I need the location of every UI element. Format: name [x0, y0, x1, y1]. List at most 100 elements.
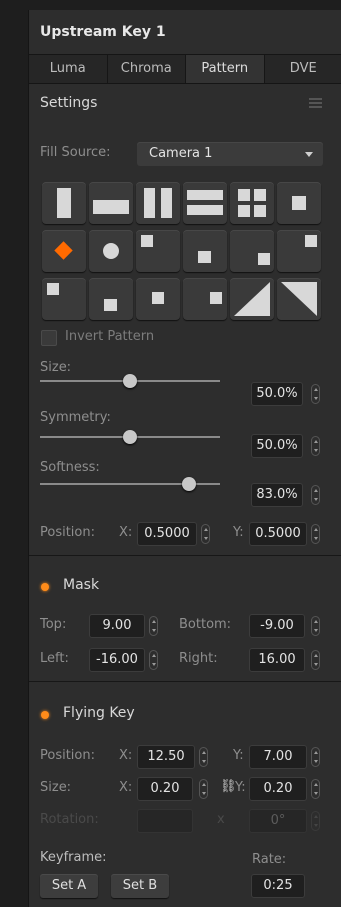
set-b-button[interactable]: Set B	[111, 874, 169, 898]
mask-bottom-stepper[interactable]	[311, 616, 320, 636]
position-y-stepper[interactable]	[311, 524, 320, 544]
fk-position-y-label: Y:	[233, 748, 244, 763]
mask-bottom-field[interactable]: -9.00	[249, 614, 305, 638]
rate-field[interactable]: 0:25	[251, 874, 305, 898]
top-center-box-pattern-icon	[198, 251, 211, 263]
vertical-bar-pattern-icon	[57, 188, 71, 218]
size-slider-knob[interactable]	[123, 374, 137, 388]
symmetry-slider-knob[interactable]	[123, 430, 137, 444]
vertical-barn-door-pattern-button[interactable]	[136, 182, 180, 224]
tab-dve[interactable]: DVE	[265, 55, 341, 83]
bottom-center-box-pattern-icon	[104, 299, 117, 311]
position-x-field[interactable]: 0.5000	[137, 522, 197, 546]
circle-iris-pattern-icon	[103, 243, 119, 259]
fk-size-x-stepper[interactable]	[199, 779, 208, 799]
panel-title: Upstream Key 1	[40, 24, 166, 40]
mask-top-stepper[interactable]	[149, 616, 158, 636]
fk-rotation-label: Rotation:	[40, 812, 99, 827]
flying-key-enabled-indicator[interactable]	[41, 711, 49, 719]
top-right-diagonal-pattern-icon	[281, 282, 317, 316]
size-stepper[interactable]	[311, 384, 320, 404]
tab-pattern[interactable]: Pattern	[186, 55, 265, 83]
mask-left-label: Left:	[40, 651, 69, 666]
position-x-stepper[interactable]	[201, 524, 210, 544]
top-right-box-pattern-button[interactable]	[230, 230, 274, 272]
set-a-button[interactable]: Set A	[40, 874, 98, 898]
horizontal-bar-pattern-button[interactable]	[89, 182, 133, 224]
invert-pattern-checkbox[interactable]	[41, 330, 57, 346]
top-center-box-pattern-button[interactable]	[183, 230, 227, 272]
fk-size-y-stepper[interactable]	[311, 779, 320, 799]
size-value-field[interactable]: 50.0%	[251, 382, 303, 406]
fk-size-label: Size:	[40, 780, 72, 795]
mask-left-field[interactable]: -16.00	[89, 648, 145, 672]
divider	[29, 555, 341, 556]
mask-enabled-indicator[interactable]	[41, 583, 49, 591]
fk-position-label: Position:	[40, 748, 95, 763]
fk-rotation-x-label: x	[217, 812, 225, 827]
corner-box-pattern-button[interactable]	[230, 182, 274, 224]
symmetry-value-field[interactable]: 50.0%	[251, 434, 303, 458]
position-label: Position:	[40, 525, 95, 540]
mask-right-field[interactable]: 16.00	[249, 648, 305, 672]
fk-size-x-field[interactable]: 0.20	[137, 777, 193, 801]
top-left-box-pattern-button[interactable]	[136, 230, 180, 272]
mask-top-field[interactable]: 9.00	[89, 614, 145, 638]
size-label: Size:	[40, 360, 72, 375]
mask-bottom-label: Bottom:	[179, 617, 232, 632]
position-y-field[interactable]: 0.5000	[249, 522, 307, 546]
mask-right-stepper[interactable]	[311, 650, 320, 670]
top-left-diagonal-pattern-button[interactable]	[230, 278, 274, 320]
fill-source-label: Fill Source:	[40, 145, 111, 160]
upstream-key-panel: Upstream Key 1 Luma Chroma Pattern DVE S…	[28, 10, 341, 907]
vertical-barn-door-pattern-icon	[144, 188, 172, 218]
rate-label: Rate:	[252, 852, 287, 867]
top-left-diagonal-pattern-icon	[234, 282, 270, 316]
fk-rotation-count-field	[137, 809, 193, 833]
box-iris-pattern-icon	[292, 196, 306, 210]
softness-stepper[interactable]	[311, 485, 320, 505]
left-center-box-pattern-icon	[210, 292, 222, 304]
tab-luma[interactable]: Luma	[29, 55, 108, 83]
box-iris-pattern-button[interactable]	[277, 182, 321, 224]
fk-rotation-field: 0°	[249, 809, 307, 833]
softness-value-field[interactable]: 83.0%	[251, 483, 303, 507]
right-center-box-pattern-button[interactable]	[277, 230, 321, 272]
symmetry-stepper[interactable]	[311, 436, 320, 456]
bottom-right-box-pattern-icon	[47, 283, 59, 295]
mask-title: Mask	[63, 577, 100, 593]
bottom-right-box-pattern-button[interactable]	[42, 278, 86, 320]
position-y-label: Y:	[233, 525, 244, 540]
horizontal-barn-door-pattern-icon	[187, 190, 223, 215]
left-center-box-pattern-button[interactable]	[183, 278, 227, 320]
mask-top-label: Top:	[40, 617, 67, 632]
fk-size-y-field[interactable]: 0.20	[249, 777, 307, 801]
fk-position-y-field[interactable]: 7.00	[249, 745, 307, 769]
flying-key-title: Flying Key	[63, 705, 135, 721]
softness-slider-knob[interactable]	[182, 477, 197, 491]
circle-iris-pattern-button[interactable]	[89, 230, 133, 272]
diamond-iris-pattern-button[interactable]	[42, 230, 86, 272]
tab-chroma[interactable]: Chroma	[108, 55, 186, 83]
invert-pattern-label: Invert Pattern	[65, 329, 155, 344]
position-x-label: X:	[119, 525, 133, 540]
diamond-iris-pattern-icon	[54, 241, 73, 260]
mask-left-stepper[interactable]	[149, 650, 158, 670]
fk-position-y-stepper[interactable]	[311, 747, 320, 767]
bottom-left-box-pattern-button[interactable]	[136, 278, 180, 320]
chevron-down-icon	[305, 152, 313, 157]
vertical-bar-pattern-button[interactable]	[42, 182, 86, 224]
bottom-left-box-pattern-icon	[152, 292, 164, 304]
top-left-box-pattern-icon	[141, 235, 153, 247]
bottom-center-box-pattern-button[interactable]	[89, 278, 133, 320]
fk-position-x-stepper[interactable]	[199, 747, 208, 767]
fk-position-x-field[interactable]: 12.50	[137, 745, 195, 769]
right-center-box-pattern-icon	[305, 235, 317, 247]
menu-icon[interactable]	[309, 98, 322, 108]
top-right-diagonal-pattern-button[interactable]	[277, 278, 321, 320]
fill-source-dropdown[interactable]: Camera 1	[137, 142, 323, 166]
corner-box-pattern-icon	[238, 189, 266, 217]
horizontal-barn-door-pattern-button[interactable]	[183, 182, 227, 224]
fk-rotation-stepper	[311, 811, 320, 831]
top-right-box-pattern-icon	[258, 253, 270, 265]
